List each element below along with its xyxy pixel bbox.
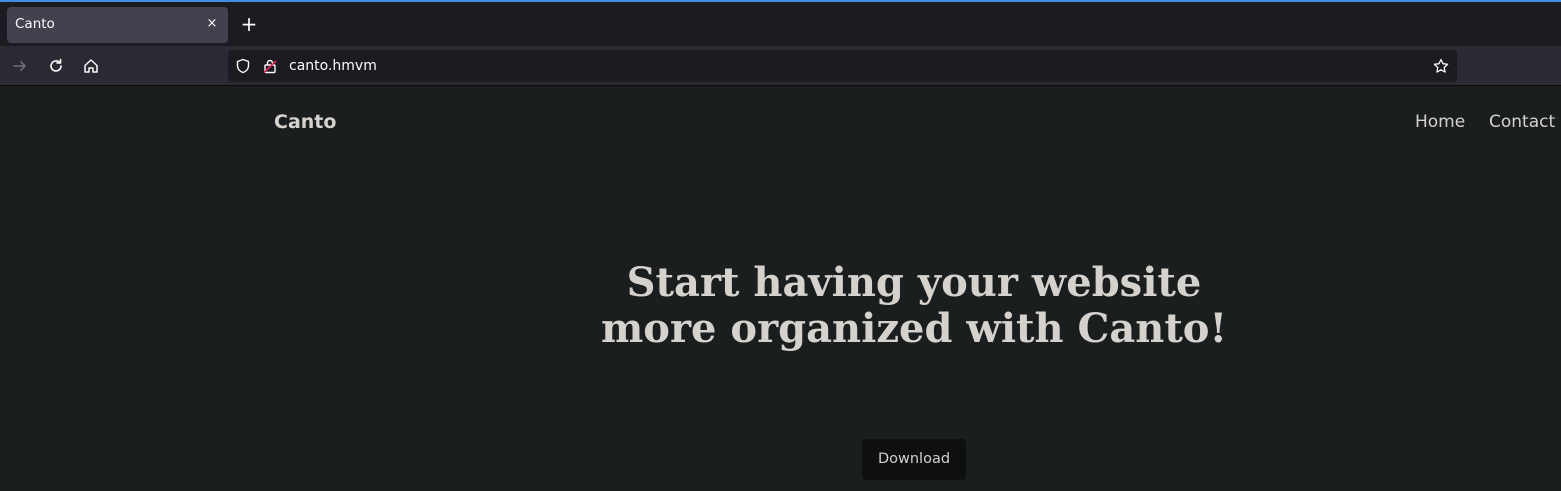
forward-icon[interactable]	[8, 54, 32, 78]
nav-link-contact[interactable]: Contact	[1489, 112, 1555, 132]
url-text[interactable]: canto.hmvm	[289, 58, 377, 74]
tab-title: Canto	[15, 16, 55, 32]
insecure-lock-icon[interactable]	[262, 58, 278, 78]
site-brand-link[interactable]: Canto	[274, 111, 336, 133]
navigation-toolbar: canto.hmvm	[0, 46, 1561, 86]
reload-icon[interactable]	[44, 54, 68, 78]
address-bar[interactable]: canto.hmvm	[228, 50, 1457, 82]
browser-tab[interactable]: Canto ×	[7, 7, 228, 43]
bookmark-star-icon[interactable]	[1433, 58, 1449, 78]
close-tab-icon[interactable]: ×	[204, 16, 220, 32]
tab-strip: Canto × +	[0, 2, 1561, 46]
shield-icon[interactable]	[235, 58, 251, 78]
page-content: Canto Home Contact Start having your web…	[0, 87, 1561, 491]
nav-link-home[interactable]: Home	[1415, 112, 1465, 132]
new-tab-icon[interactable]: +	[238, 13, 260, 35]
download-button[interactable]: Download	[862, 439, 966, 480]
hero-heading: Start having your website more organized…	[600, 259, 1228, 352]
home-icon[interactable]	[79, 54, 103, 78]
